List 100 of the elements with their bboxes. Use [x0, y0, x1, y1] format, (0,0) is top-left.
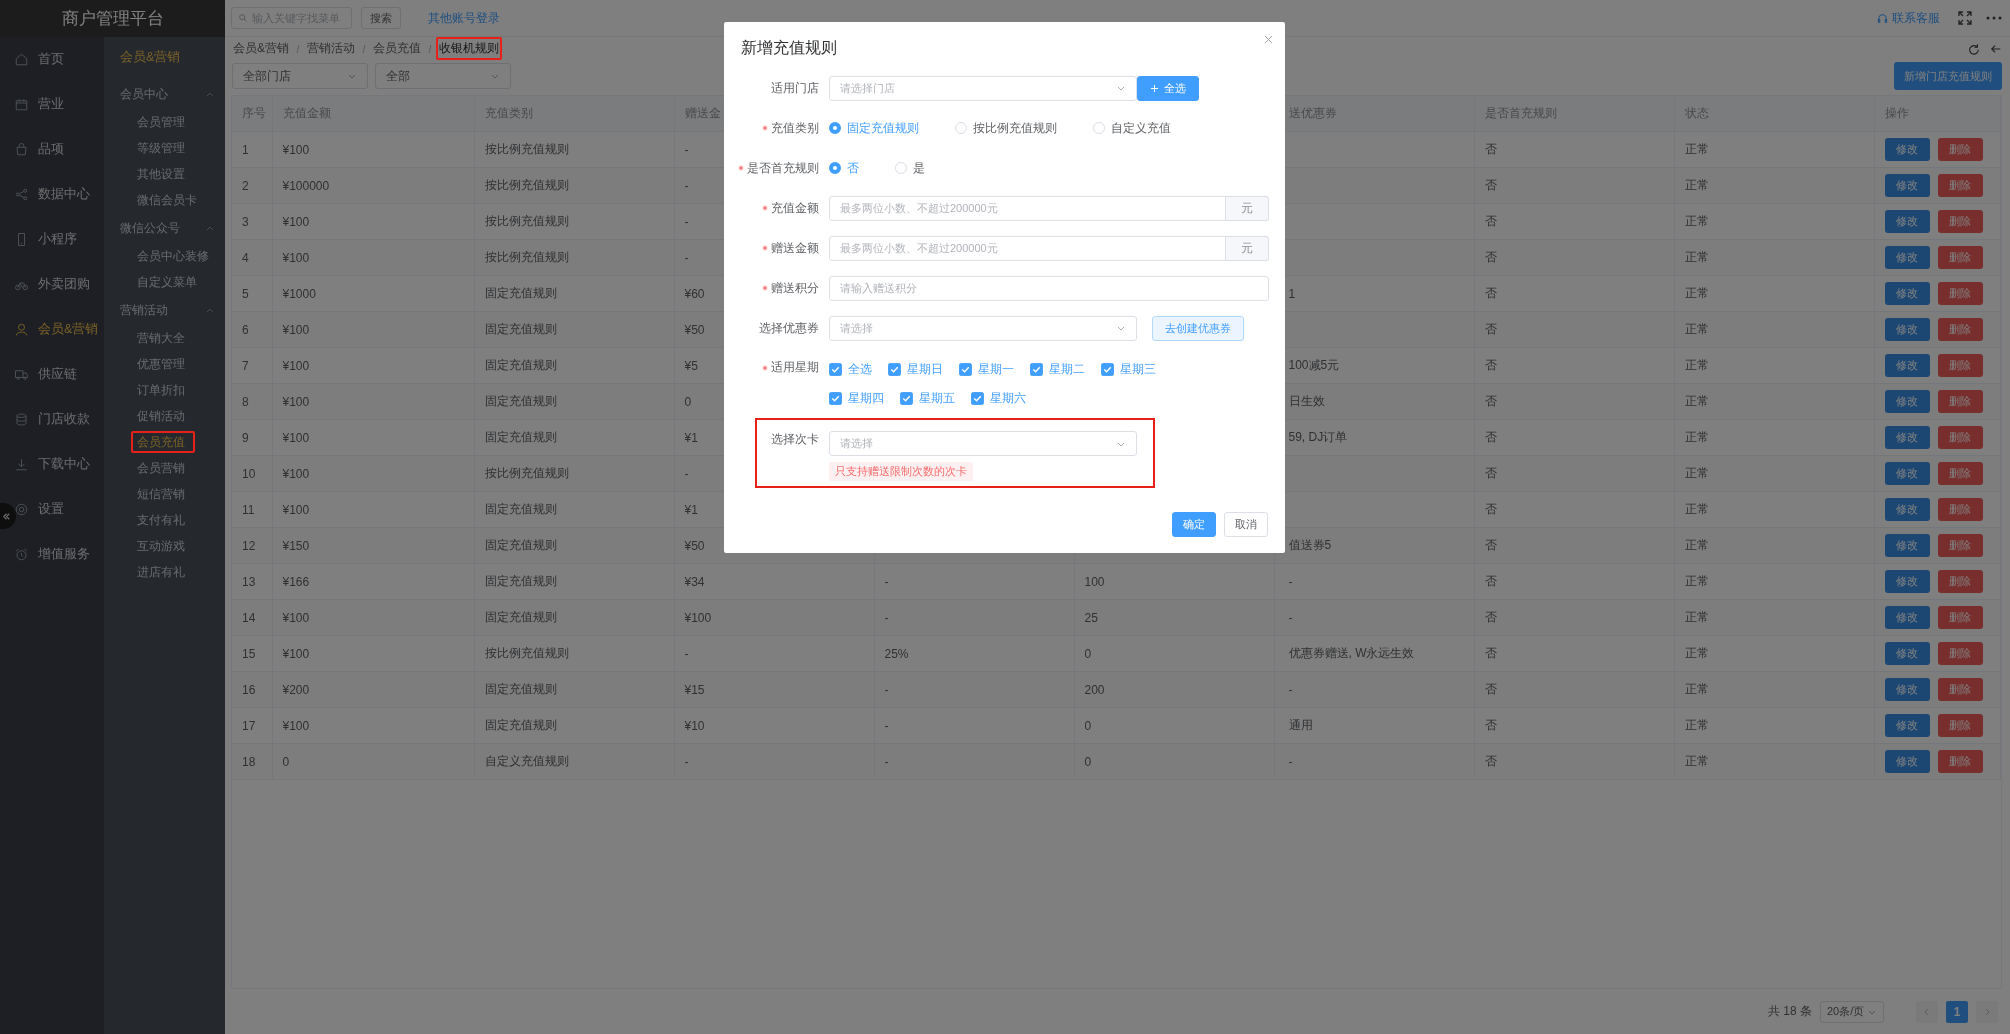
edit-button[interactable]: 修改	[1884, 606, 1930, 629]
cancel-button[interactable]: 取消	[1224, 512, 1268, 537]
delete-button[interactable]: 删除	[1937, 678, 1983, 701]
nav-item[interactable]: 增值服务	[0, 532, 104, 577]
checkbox[interactable]	[888, 363, 901, 376]
radio-option[interactable]: 自定义充值	[1093, 117, 1171, 139]
back-arrow-icon[interactable]	[1990, 42, 2002, 55]
delete-button[interactable]: 删除	[1937, 318, 1983, 341]
checkbox-option[interactable]: 星期四	[829, 388, 884, 409]
breadcrumb-item[interactable]: 会员&营销	[233, 40, 289, 57]
edit-button[interactable]: 修改	[1884, 318, 1930, 341]
edit-button[interactable]: 修改	[1884, 498, 1930, 521]
nav-item[interactable]: 小程序	[0, 217, 104, 262]
edit-button[interactable]: 修改	[1884, 282, 1930, 305]
checkbox[interactable]	[1030, 363, 1043, 376]
checkbox-option[interactable]: 星期三	[1101, 359, 1156, 380]
menu-item[interactable]: 自定义菜单	[137, 273, 197, 291]
delete-button[interactable]: 删除	[1937, 174, 1983, 197]
confirm-button[interactable]: 确定	[1172, 512, 1216, 537]
delete-button[interactable]: 删除	[1937, 210, 1983, 233]
select-all-button[interactable]: 全选	[1137, 75, 1199, 101]
checkbox-option[interactable]: 星期日	[888, 359, 943, 380]
menu-group[interactable]: 微信公众号	[104, 213, 225, 243]
checkbox-option[interactable]: 星期六	[971, 388, 1026, 409]
edit-button[interactable]: 修改	[1884, 750, 1930, 773]
delete-button[interactable]: 删除	[1937, 606, 1983, 629]
edit-button[interactable]: 修改	[1884, 714, 1930, 737]
menu-item[interactable]: 进店有礼	[137, 563, 185, 581]
menu-item[interactable]: 支付有礼	[137, 511, 185, 529]
delete-button[interactable]: 删除	[1937, 426, 1983, 449]
edit-button[interactable]: 修改	[1884, 174, 1930, 197]
checkbox-option[interactable]: 星期一	[959, 359, 1014, 380]
nav-item[interactable]: 首页	[0, 37, 104, 82]
menu-item[interactable]: 营销大全	[137, 329, 185, 347]
edit-button[interactable]: 修改	[1884, 678, 1930, 701]
input-field[interactable]: 请输入赠送积分	[829, 275, 1269, 301]
edit-button[interactable]: 修改	[1884, 426, 1930, 449]
breadcrumb-item[interactable]: 营销活动	[307, 40, 355, 57]
edit-button[interactable]: 修改	[1884, 642, 1930, 665]
page-size-select[interactable]: 20条/页	[1820, 1000, 1884, 1023]
select-field[interactable]: 请选择门店	[829, 75, 1137, 101]
edit-button[interactable]: 修改	[1884, 570, 1930, 593]
nav-item[interactable]: 营业	[0, 82, 104, 127]
search-button[interactable]: 搜索	[361, 7, 401, 29]
breadcrumb-item[interactable]: 收银机规则	[439, 40, 499, 57]
checkbox[interactable]	[971, 392, 984, 405]
select-field[interactable]: 请选择	[829, 431, 1137, 456]
edit-button[interactable]: 修改	[1884, 354, 1930, 377]
radio-option[interactable]: 固定充值规则	[829, 117, 919, 139]
checkbox[interactable]	[959, 363, 972, 376]
menu-item[interactable]: 会员充值	[137, 433, 185, 451]
input-field[interactable]: 最多两位小数、不超过200000元	[829, 235, 1226, 261]
add-rule-button[interactable]: 新增门店充值规则	[1894, 62, 2002, 90]
edit-button[interactable]: 修改	[1884, 210, 1930, 233]
checkbox[interactable]	[900, 392, 913, 405]
edit-button[interactable]: 修改	[1884, 534, 1930, 557]
radio-button[interactable]	[829, 162, 841, 174]
nav-item[interactable]: 外卖团购	[0, 262, 104, 307]
close-icon[interactable]	[1264, 34, 1273, 44]
delete-button[interactable]: 删除	[1937, 390, 1983, 413]
delete-button[interactable]: 删除	[1937, 462, 1983, 485]
nav-item[interactable]: 供应链	[0, 352, 104, 397]
edit-button[interactable]: 修改	[1884, 462, 1930, 485]
checkbox-option[interactable]: 全选	[829, 359, 872, 380]
radio-option[interactable]: 按比例充值规则	[955, 117, 1057, 139]
checkbox[interactable]	[1101, 363, 1114, 376]
nav-item[interactable]: 品项	[0, 127, 104, 172]
checkbox-option[interactable]: 星期五	[900, 388, 955, 409]
radio-button[interactable]	[829, 122, 841, 134]
delete-button[interactable]: 删除	[1937, 570, 1983, 593]
breadcrumb-item[interactable]: 会员充值	[373, 40, 421, 57]
switch-account-link[interactable]: 其他账号登录	[428, 9, 500, 27]
radio-option[interactable]: 否	[829, 157, 859, 179]
create-coupon-button[interactable]: 去创建优惠券	[1152, 315, 1244, 341]
checkbox[interactable]	[829, 392, 842, 405]
more-icon[interactable]	[1986, 16, 2002, 20]
filter-select[interactable]: 全部	[375, 63, 511, 89]
refresh-icon[interactable]	[1968, 42, 1980, 55]
support-link[interactable]: 联系客服	[1877, 9, 1940, 27]
checkbox[interactable]	[829, 363, 842, 376]
delete-button[interactable]: 删除	[1937, 282, 1983, 305]
delete-button[interactable]: 删除	[1937, 246, 1983, 269]
delete-button[interactable]: 删除	[1937, 642, 1983, 665]
delete-button[interactable]: 删除	[1937, 750, 1983, 773]
checkbox-option[interactable]: 星期二	[1030, 359, 1085, 380]
page-button[interactable]: 1	[1946, 1000, 1968, 1023]
delete-button[interactable]: 删除	[1937, 498, 1983, 521]
edit-button[interactable]: 修改	[1884, 390, 1930, 413]
select-field[interactable]: 请选择	[829, 315, 1137, 341]
input-field[interactable]: 最多两位小数、不超过200000元	[829, 195, 1226, 221]
nav-item[interactable]: 会员&营销	[0, 307, 104, 352]
nav-item[interactable]: 下载中心	[0, 442, 104, 487]
delete-button[interactable]: 删除	[1937, 714, 1983, 737]
nav-item[interactable]: 数据中心	[0, 172, 104, 217]
radio-option[interactable]: 是	[895, 157, 925, 179]
edit-button[interactable]: 修改	[1884, 138, 1930, 161]
filter-select[interactable]: 全部门店	[232, 63, 368, 89]
delete-button[interactable]: 删除	[1937, 354, 1983, 377]
delete-button[interactable]: 删除	[1937, 138, 1983, 161]
edit-button[interactable]: 修改	[1884, 246, 1930, 269]
